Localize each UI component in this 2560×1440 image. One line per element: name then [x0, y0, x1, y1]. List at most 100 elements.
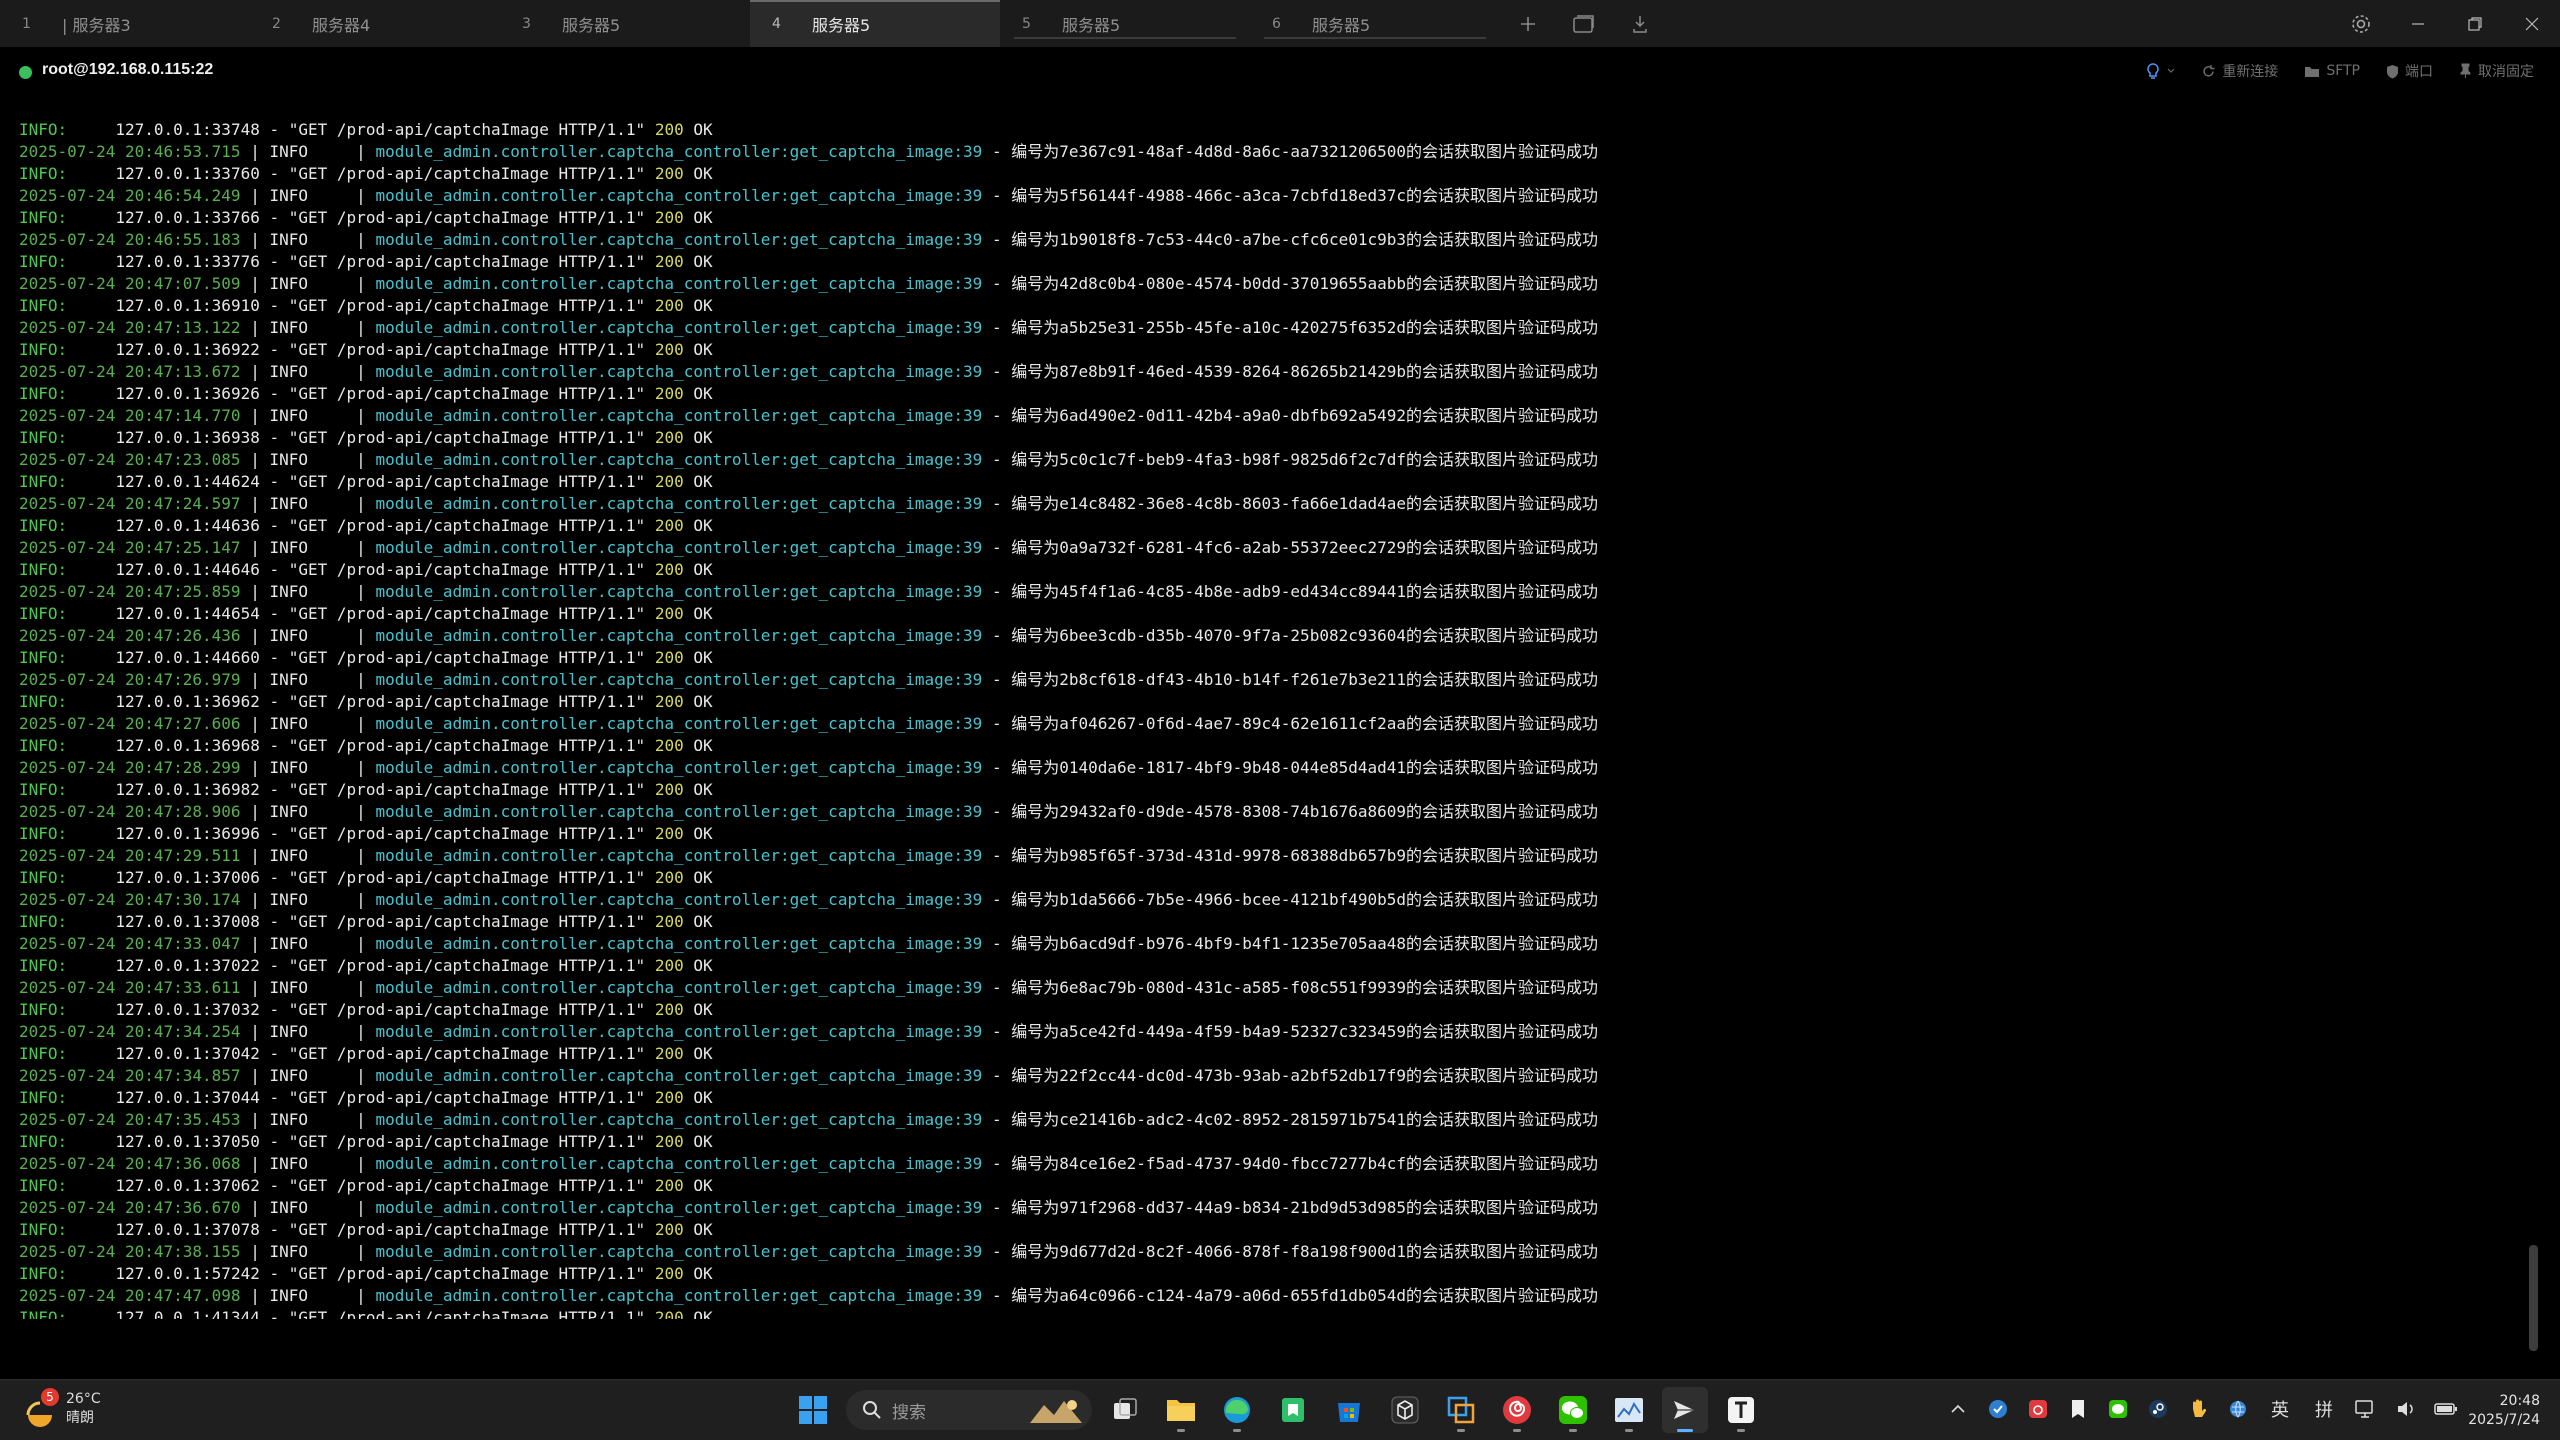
split-window-button[interactable] — [1556, 0, 1612, 47]
wechat-app[interactable] — [1550, 1387, 1596, 1433]
battery-button[interactable] — [2433, 1395, 2459, 1423]
reconnect-button[interactable]: 重新连接 — [2201, 61, 2278, 81]
start-button[interactable] — [790, 1387, 836, 1433]
log-msg-suffix: 的会话获取图片验证码成功 — [1406, 1022, 1599, 1041]
log-timestamp: 2025-07-24 20:47:26.436 — [19, 626, 241, 645]
terminal-scrollbar[interactable] — [2527, 140, 2539, 1355]
tray-check-app[interactable] — [1985, 1395, 2011, 1423]
screenshot-app[interactable] — [1438, 1387, 1484, 1433]
log-level: INFO: — [19, 736, 68, 755]
log-level: INFO — [269, 1154, 308, 1173]
ssh-terminal-app[interactable] — [1662, 1387, 1708, 1433]
new-tab-button[interactable] — [1500, 0, 1556, 47]
close-button[interactable] — [2503, 0, 2560, 47]
log-level: INFO — [269, 450, 308, 469]
tray-music-app[interactable] — [2025, 1395, 2051, 1423]
edge-browser-app[interactable] — [1214, 1387, 1260, 1433]
tray-bookmark-app[interactable] — [2065, 1395, 2091, 1423]
taskbar-search[interactable]: 搜索 — [846, 1390, 1092, 1430]
tab-number: 2 — [272, 15, 281, 32]
settings-button[interactable] — [2332, 0, 2389, 47]
task-view-button[interactable] — [1102, 1387, 1148, 1433]
status-button[interactable] — [2145, 62, 2175, 80]
unpin-button[interactable]: 取消固定 — [2459, 61, 2534, 81]
log-timestamp: 2025-07-24 20:47:36.670 — [19, 1198, 241, 1217]
tray-globe-app[interactable] — [2225, 1395, 2251, 1423]
app-indicator — [1737, 1429, 1745, 1432]
ime-language-toggle[interactable]: 英 — [2265, 1395, 2295, 1423]
system-clock[interactable]: 20:48 2025/7/24 — [2468, 1392, 2540, 1430]
log-line-access: INFO: 127.0.0.1:37032 - "GET /prod-api/c… — [19, 1000, 713, 1019]
log-client: 127.0.0.1:44660 — [115, 648, 260, 667]
port-button[interactable]: 端口 — [2386, 61, 2433, 81]
terminal-scrollbar-thumb[interactable] — [2529, 1245, 2538, 1351]
typora-app[interactable] — [1718, 1387, 1764, 1433]
log-client: 127.0.0.1:36922 — [115, 340, 260, 359]
close-icon — [2525, 17, 2538, 30]
log-request: "GET /prod-api/captchaImage HTTP/1.1" — [288, 1088, 646, 1107]
tab-6[interactable]: 6 服务器5 — [1250, 0, 1500, 47]
log-status-code: 200 — [654, 296, 684, 315]
show-hidden-icons-button[interactable] — [1945, 1395, 1971, 1423]
log-msg-suffix: 的会话获取图片验证码成功 — [1406, 406, 1599, 425]
minimize-button[interactable] — [2389, 0, 2446, 47]
log-status: OK — [693, 956, 713, 975]
tab-label: 服务器5 — [1062, 15, 1121, 35]
port-label: 端口 — [2405, 64, 2433, 80]
log-session-id: 22f2cc44-dc0d-473b-93ab-a2bf52db17f9 — [1059, 1066, 1407, 1085]
tab-3[interactable]: 3 服务器5 — [500, 0, 750, 47]
log-session-id: af046267-0f6d-4ae7-89c4-62e1611cf2aa — [1059, 714, 1407, 733]
store-app[interactable] — [1326, 1387, 1372, 1433]
log-client: 127.0.0.1:37062 — [115, 1176, 260, 1195]
tray-hand-app[interactable] — [2185, 1395, 2211, 1423]
log-level: INFO: — [19, 1132, 68, 1151]
log-client: 127.0.0.1:36982 — [115, 780, 260, 799]
log-line-access: INFO: 127.0.0.1:44646 - "GET /prod-api/c… — [19, 560, 713, 579]
log-level: INFO — [269, 1022, 308, 1041]
lightbulb-icon — [2147, 63, 2160, 79]
log-timestamp: 2025-07-24 20:47:34.254 — [19, 1022, 241, 1041]
log-line-access: INFO: 127.0.0.1:36926 - "GET /prod-api/c… — [19, 384, 713, 403]
log-client: 127.0.0.1:36938 — [115, 428, 260, 447]
tab-5[interactable]: 5 服务器5 — [1000, 0, 1250, 47]
taskbar-apps: 搜索 — [790, 1387, 1764, 1433]
tab-1[interactable]: 1 | 服务器3 — [0, 0, 250, 47]
log-status: OK — [693, 428, 713, 447]
log-status: OK — [693, 1000, 713, 1019]
tray-wechat-app[interactable] — [2105, 1395, 2131, 1423]
terminal-output[interactable]: INFO: 127.0.0.1:33748 - "GET /prod-api/c… — [19, 119, 2499, 1319]
log-line-access: INFO: 127.0.0.1:57242 - "GET /prod-api/c… — [19, 1264, 713, 1283]
monitor-app[interactable] — [1606, 1387, 1652, 1433]
log-module: module_admin.controller.captcha_controll… — [375, 450, 983, 469]
log-msg-prefix: 编号为 — [1011, 450, 1060, 469]
log-session-id: 9d677d2d-8c2f-4066-878f-f8a198f900d1 — [1059, 1242, 1407, 1261]
log-level: INFO: — [19, 956, 68, 975]
cube-icon — [1391, 1396, 1419, 1424]
tab-4[interactable]: 4 服务器5 — [750, 0, 1000, 47]
log-client: 127.0.0.1:36968 — [115, 736, 260, 755]
tray-steam-app[interactable] — [2145, 1395, 2171, 1423]
netease-music-app[interactable] — [1494, 1387, 1540, 1433]
ime-mode-toggle[interactable]: 拼 — [2309, 1395, 2339, 1423]
file-explorer-app[interactable] — [1158, 1387, 1204, 1433]
log-level: INFO: — [19, 1000, 68, 1019]
log-status: OK — [693, 604, 713, 623]
cube-app[interactable] — [1382, 1387, 1428, 1433]
volume-button[interactable] — [2393, 1395, 2419, 1423]
log-client: 127.0.0.1:37008 — [115, 912, 260, 931]
weather-widget[interactable]: 5 26°C 晴朗 — [22, 1388, 101, 1428]
log-status: OK — [693, 692, 713, 711]
log-status: OK — [693, 120, 713, 139]
sftp-button[interactable]: SFTP — [2304, 63, 2360, 79]
green-app[interactable] — [1270, 1387, 1316, 1433]
log-client: 127.0.0.1:36910 — [115, 296, 260, 315]
download-button[interactable] — [1612, 0, 1668, 47]
maximize-button[interactable] — [2446, 0, 2503, 47]
network-button[interactable] — [2353, 1395, 2379, 1423]
tab-2[interactable]: 2 服务器4 — [250, 0, 500, 47]
log-line-access: INFO: 127.0.0.1:36968 - "GET /prod-api/c… — [19, 736, 713, 755]
log-level: INFO — [269, 714, 308, 733]
log-status: OK — [693, 384, 713, 403]
log-request: "GET /prod-api/captchaImage HTTP/1.1" — [288, 692, 646, 711]
folder-icon — [2305, 66, 2320, 77]
